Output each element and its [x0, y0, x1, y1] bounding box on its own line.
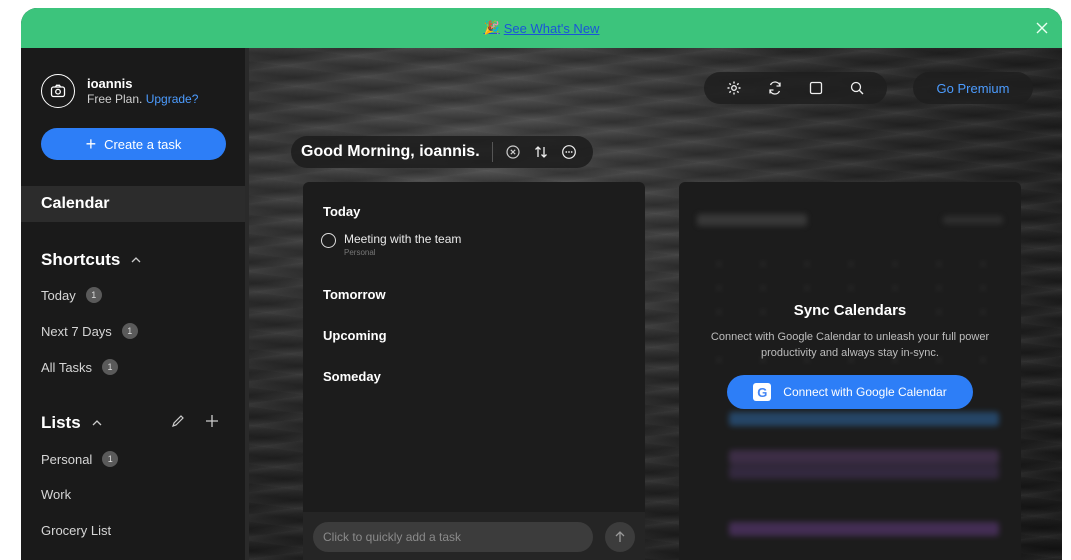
sidebar-item-label: Today — [41, 287, 76, 303]
main-area: Go Premium Good Morning, ioannis. Today … — [249, 48, 1062, 560]
count-badge: 1 — [121, 323, 138, 339]
chevron-up-icon[interactable] — [91, 417, 103, 429]
tasks-panel: Today Meeting with the team Personal Tom… — [303, 182, 645, 560]
lists-header[interactable]: Lists — [41, 413, 103, 433]
see-whats-new-link[interactable]: 🎉 See What's New — [484, 20, 600, 36]
app-window: 🎉 See What's New ioannis Free Plan. Upgr… — [21, 8, 1062, 560]
camera-icon[interactable] — [41, 74, 75, 108]
sidebar-item-label: Work — [41, 487, 72, 502]
task-checkbox[interactable] — [321, 233, 336, 248]
connect-google-label: Connect with Google Calendar — [783, 385, 947, 399]
quick-add-bar — [303, 512, 645, 560]
count-badge: 1 — [102, 451, 119, 467]
arrow-up-icon — [615, 531, 625, 542]
sidebar-item-label: All Tasks — [41, 359, 93, 375]
submit-task-button[interactable] — [605, 522, 635, 552]
list-actions — [171, 414, 219, 428]
sync-calendars-prompt: Sync Calendars Connect with Google Calen… — [679, 302, 1021, 409]
lists-title: Lists — [41, 413, 81, 432]
upgrade-link[interactable]: Upgrade? — [146, 92, 199, 106]
sidebar-item-label: Next 7 Days — [41, 323, 112, 339]
sort-icon[interactable] — [533, 144, 549, 160]
google-icon: G — [753, 383, 772, 401]
sidebar-item-calendar[interactable]: Calendar — [21, 186, 245, 222]
banner-link-text: See What's New — [503, 20, 600, 36]
whats-new-banner: 🎉 See What's New — [21, 8, 1062, 48]
top-toolbar — [704, 72, 887, 104]
sidebar: ioannis Free Plan. Upgrade? + Create a t… — [21, 48, 245, 560]
sidebar-item-today[interactable]: Today 1 — [41, 287, 102, 303]
plus-icon[interactable] — [205, 414, 219, 428]
count-badge: 1 — [102, 359, 119, 375]
group-tomorrow[interactable]: Tomorrow — [323, 287, 386, 302]
close-icon[interactable] — [1034, 20, 1050, 36]
chevron-up-icon[interactable] — [130, 254, 142, 266]
group-today[interactable]: Today — [323, 204, 360, 219]
group-upcoming[interactable]: Upcoming — [323, 328, 387, 343]
sidebar-item-label: Grocery List — [41, 523, 112, 538]
greeting-text: Good Morning, ioannis. — [301, 143, 480, 160]
sidebar-item-work[interactable]: Work — [41, 487, 71, 502]
create-task-button[interactable]: + Create a task — [41, 128, 226, 160]
plus-icon: + — [85, 134, 97, 154]
search-icon[interactable] — [849, 80, 865, 96]
sync-description: Connect with Google Calendar to unleash … — [710, 331, 990, 359]
create-task-label: Create a task — [104, 136, 182, 152]
sync-title: Sync Calendars — [793, 302, 907, 319]
sidebar-item-label: Personal — [41, 451, 93, 467]
sidebar-item-grocery-list[interactable]: Grocery List — [41, 523, 111, 538]
party-popper-icon: 🎉 — [483, 20, 500, 35]
divider — [491, 142, 493, 162]
quick-add-input[interactable] — [313, 522, 593, 552]
refresh-icon[interactable] — [767, 80, 783, 96]
task-item[interactable]: Meeting with the team Personal — [321, 232, 461, 257]
sidebar-item-personal[interactable]: Personal 1 — [41, 451, 119, 467]
clear-completed-icon[interactable] — [505, 144, 521, 160]
gear-icon[interactable] — [726, 80, 742, 96]
greeting-bar: Good Morning, ioannis. — [291, 136, 593, 168]
task-title: Meeting with the team — [344, 232, 462, 246]
group-someday[interactable]: Someday — [323, 369, 381, 384]
sidebar-item-next-7-days[interactable]: Next 7 Days 1 — [41, 323, 138, 339]
task-list-label: Personal — [344, 248, 376, 257]
connect-google-calendar-button[interactable]: G Connect with Google Calendar — [727, 375, 973, 409]
sidebar-item-all-tasks[interactable]: All Tasks 1 — [41, 359, 119, 375]
count-badge: 1 — [85, 287, 102, 303]
plan-label: Free Plan. — [87, 92, 143, 106]
shortcuts-header[interactable]: Shortcuts — [41, 250, 142, 270]
more-options-icon[interactable] — [561, 144, 577, 160]
calendar-panel: Sync Calendars Connect with Google Calen… — [679, 182, 1021, 560]
shortcuts-title: Shortcuts — [41, 250, 121, 269]
profile[interactable]: ioannis Free Plan. Upgrade? — [41, 74, 198, 108]
go-premium-button[interactable]: Go Premium — [913, 72, 1033, 104]
profile-plan: Free Plan. Upgrade? — [87, 92, 198, 106]
pencil-icon[interactable] — [171, 414, 185, 428]
fullscreen-icon[interactable] — [808, 80, 824, 96]
profile-name: ioannis — [87, 76, 133, 91]
